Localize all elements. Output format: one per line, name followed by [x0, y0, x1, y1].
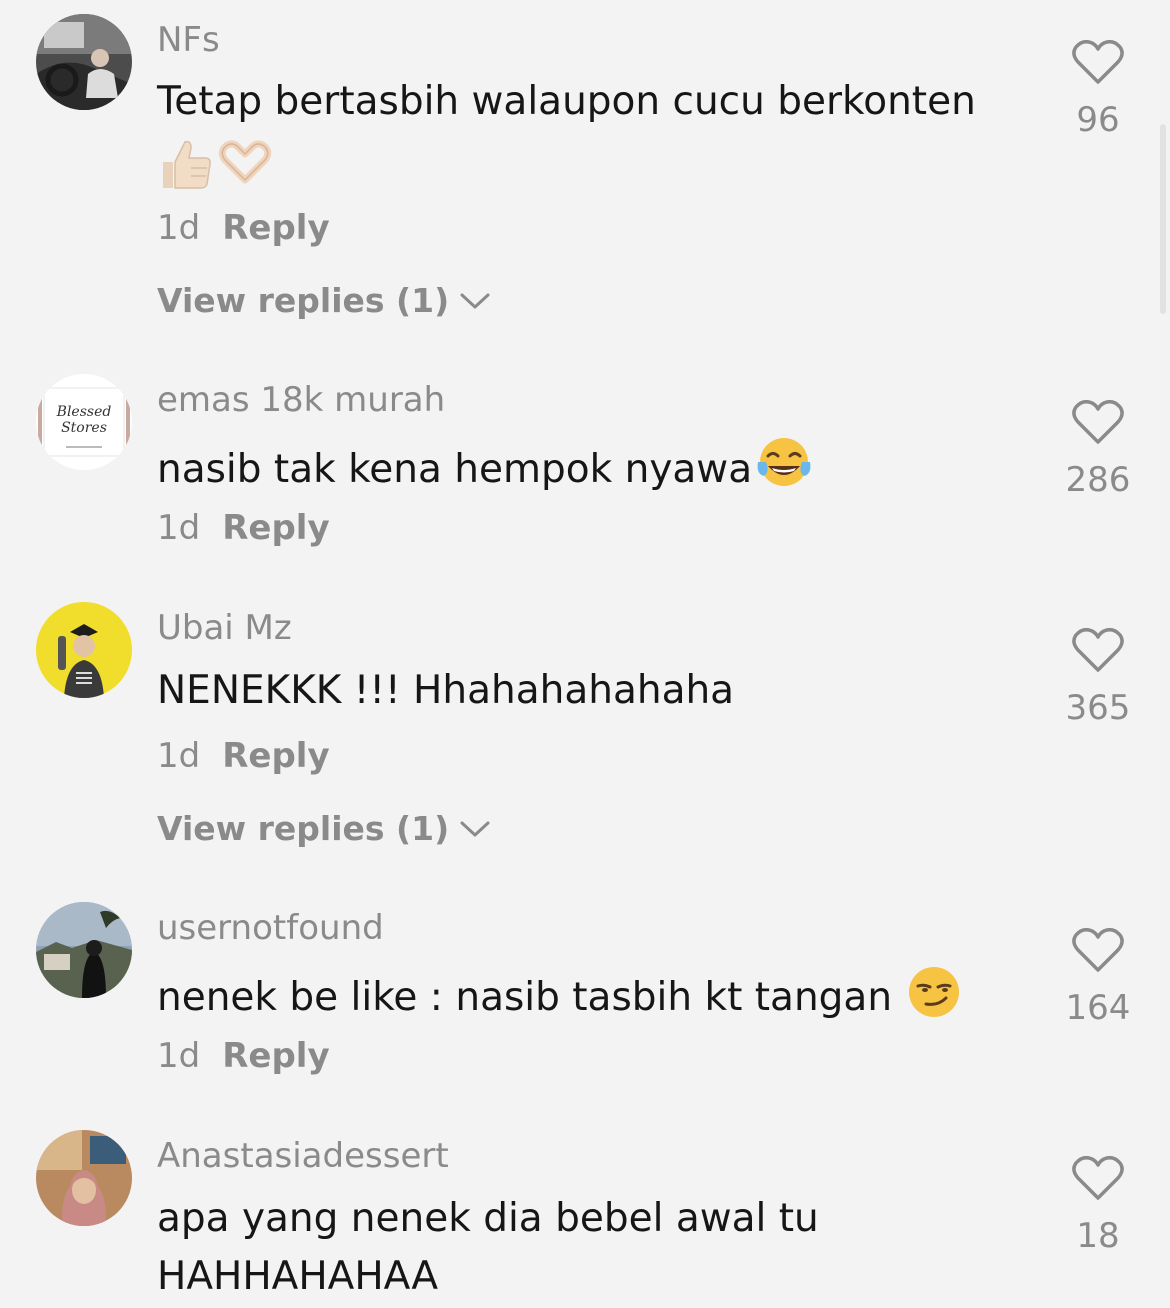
like-count: 96 [1076, 100, 1120, 140]
svg-text:Stores: Stores [61, 420, 107, 436]
avatar[interactable] [36, 14, 132, 110]
heart-icon [1072, 399, 1124, 444]
avatar-logo-text: Blessed [56, 404, 112, 420]
comment-text: apa yang nenek dia bebel awal tu HAHHAHA… [157, 1196, 819, 1299]
reply-button[interactable]: Reply [222, 508, 329, 548]
blessed-stores-logo-avatar: Blessed Stores [36, 374, 132, 470]
tears-of-joy-icon [757, 438, 811, 486]
comment-text: nasib tak kena hempok nyawa [157, 436, 1037, 499]
man-driving-avatar [36, 14, 132, 110]
heart-icon [1072, 627, 1124, 672]
view-replies-label: View replies (1) [157, 281, 450, 320]
timestamp: 1d [157, 736, 201, 776]
reply-button[interactable]: Reply [222, 208, 329, 248]
comments-screen: NFs Tetap bertasbih walaupon cucu berkon… [0, 0, 1170, 1308]
comment-meta: 1d Reply [157, 1036, 330, 1076]
comment-text: nenek be like : nasib tasbih kt tangan [157, 964, 1037, 1027]
timestamp: 1d [157, 208, 201, 248]
reply-button[interactable]: Reply [222, 1036, 329, 1076]
username[interactable]: Ubai Mz [157, 608, 292, 648]
heart-hands-icon [218, 140, 272, 184]
username[interactable]: usernotfound [157, 908, 384, 948]
avatar[interactable] [36, 902, 132, 998]
chevron-down-icon [460, 821, 490, 836]
like-count: 286 [1065, 460, 1131, 500]
like-count: 18 [1076, 1216, 1120, 1256]
username[interactable]: Anastasiadessert [157, 1136, 449, 1176]
username[interactable]: emas 18k murah [157, 380, 445, 420]
comment-text: NENEKKK !!! Hhahahahahaha [157, 668, 735, 713]
comment-meta: 1d Reply [157, 508, 330, 548]
woman-hijab-avatar [36, 1130, 132, 1226]
heart-icon [1072, 927, 1124, 972]
avatar[interactable]: Blessed Stores [36, 374, 132, 470]
chevron-down-icon [460, 293, 490, 308]
avatar[interactable] [36, 1130, 132, 1226]
smirk-icon [909, 967, 960, 1017]
comment-text-content: nasib tak kena hempok nyawa [157, 447, 753, 492]
heart-icon [1072, 39, 1124, 84]
like-button[interactable]: 18 [1064, 1154, 1132, 1256]
comment-meta: 1d Reply [157, 208, 330, 248]
emoji-row [157, 136, 273, 192]
thumbs-up-icon [163, 140, 211, 189]
scrollbar[interactable] [1160, 124, 1166, 314]
like-count: 365 [1065, 688, 1131, 728]
view-replies-button[interactable]: View replies (1) [157, 281, 491, 320]
comment-text-content: nenek be like : nasib tasbih kt tangan [157, 975, 893, 1020]
comment-meta: 1d Reply [157, 736, 330, 776]
view-replies-button[interactable]: View replies (1) [157, 809, 491, 848]
timestamp: 1d [157, 508, 201, 548]
reply-button[interactable]: Reply [222, 736, 329, 776]
like-button[interactable]: 365 [1064, 626, 1132, 728]
like-count: 164 [1065, 988, 1131, 1028]
username[interactable]: NFs [157, 20, 220, 60]
avatar[interactable] [36, 602, 132, 698]
heart-icon [1072, 1155, 1124, 1200]
like-button[interactable]: 96 [1064, 38, 1132, 140]
view-replies-label: View replies (1) [157, 809, 450, 848]
timestamp: 1d [157, 1036, 201, 1076]
graduate-yellow-avatar [36, 602, 132, 698]
like-button[interactable]: 286 [1064, 398, 1132, 500]
comment-text: Tetap bertasbih walaupon cucu berkonten [157, 79, 976, 124]
like-button[interactable]: 164 [1064, 926, 1132, 1028]
landscape-person-avatar [36, 902, 132, 998]
